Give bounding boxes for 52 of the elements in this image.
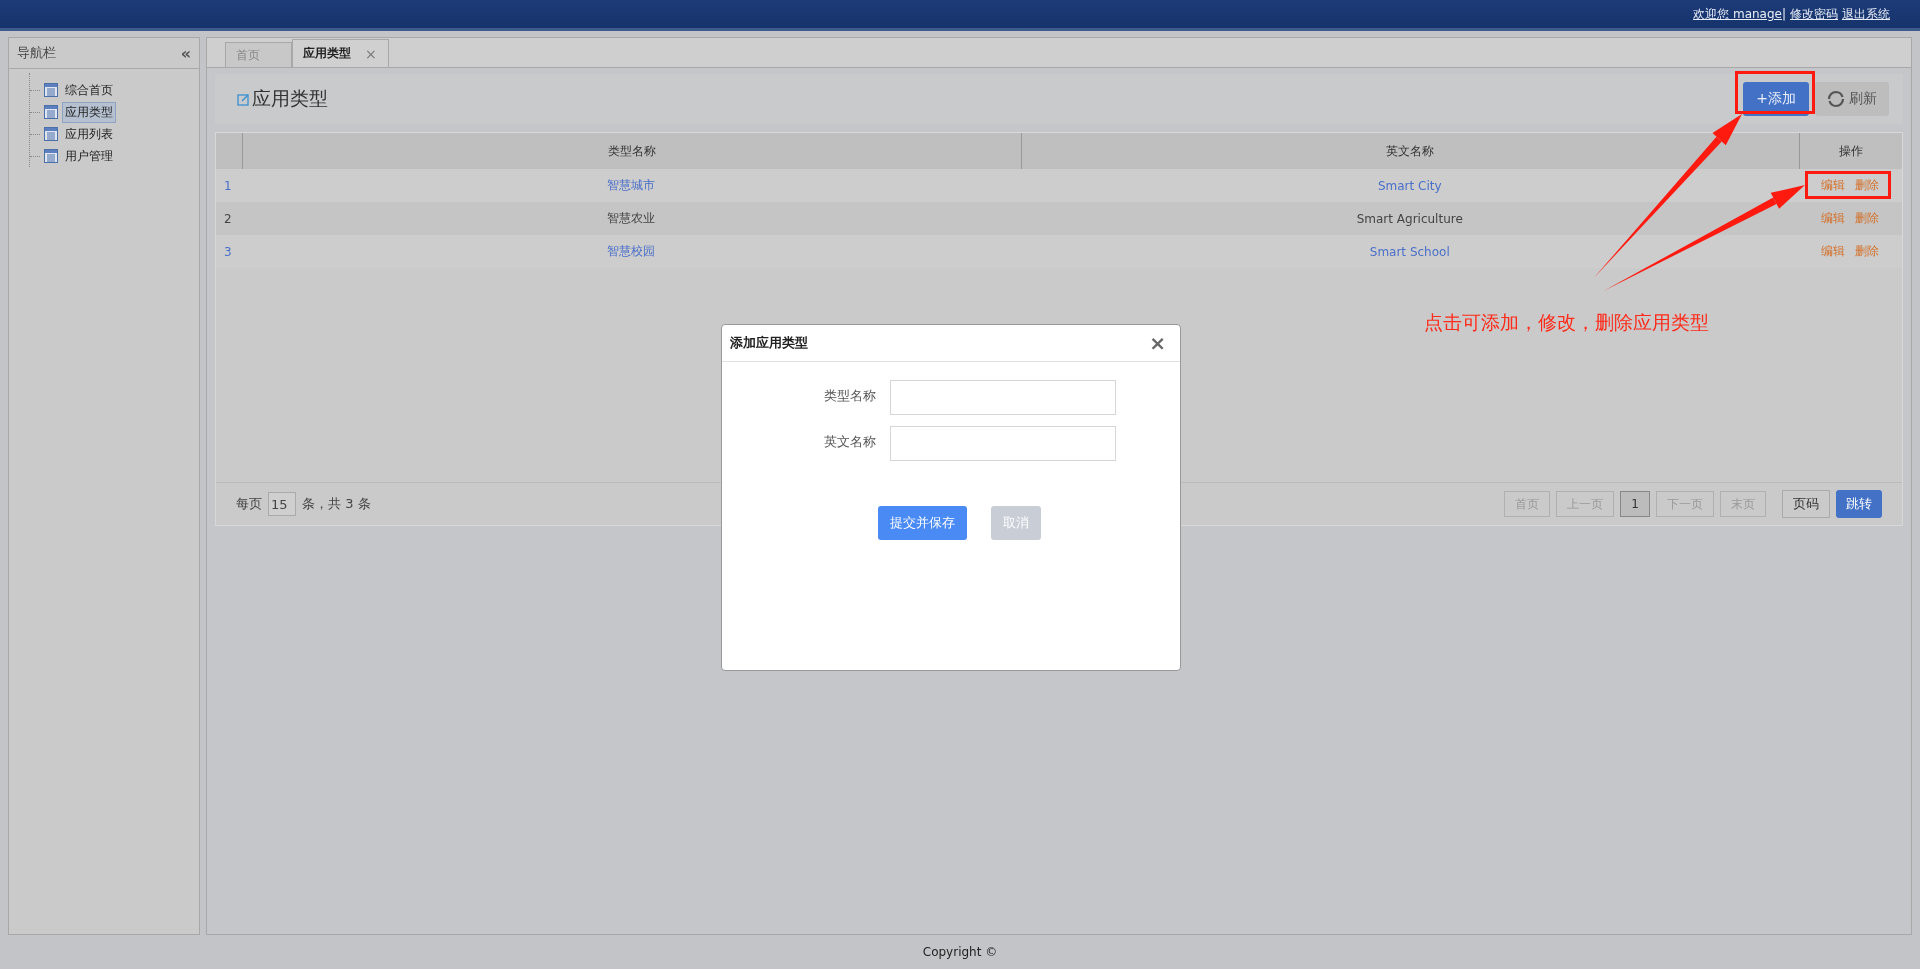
tab[interactable]: 应用类型 ×	[292, 39, 389, 67]
page-code-button[interactable]: 页码	[1782, 490, 1830, 518]
table-cell: 智慧校园	[242, 235, 1021, 268]
annotation-text: 点击可添加，修改，删除应用类型	[1424, 310, 1709, 335]
table-icon	[44, 127, 58, 141]
header-link[interactable]: 修改密码	[1790, 5, 1838, 23]
table-icon	[44, 83, 58, 97]
table-cell: 1	[216, 169, 243, 202]
input-field[interactable]	[890, 380, 1116, 415]
submit-button[interactable]: 提交并保存	[877, 506, 967, 540]
dialog-title: 添加应用类型	[730, 334, 808, 352]
pager-text: 每页	[236, 495, 262, 513]
sidebar-title: 导航栏	[17, 44, 56, 62]
delete-link[interactable]: 删除	[1855, 178, 1880, 192]
nav-item[interactable]: 应用列表	[62, 123, 116, 145]
tab[interactable]: 首页	[225, 42, 292, 67]
nav-item[interactable]: 应用类型	[62, 101, 116, 123]
page-title: 应用类型	[252, 86, 328, 111]
field-label: 类型名称	[823, 387, 876, 405]
table-cell: Smart School	[1021, 235, 1800, 268]
header-link[interactable]: 退出系统	[1842, 5, 1890, 23]
column-header: 操作	[1839, 143, 1863, 158]
column-header: 类型名称	[607, 143, 656, 158]
header-link[interactable]: 欢迎您 manage|	[1693, 5, 1786, 23]
add-button[interactable]: +添加	[1743, 82, 1809, 116]
jump-button[interactable]: 跳转	[1836, 490, 1882, 518]
nav-item[interactable]: 用户管理	[62, 145, 116, 167]
refresh-button[interactable]: 刷新	[1815, 82, 1889, 116]
table-cell: 智慧城市	[242, 169, 1021, 202]
copyright-text: Copyright ©	[922, 945, 998, 959]
table-cell: 智慧农业	[242, 202, 1021, 235]
table-icon	[44, 149, 58, 163]
edit-link[interactable]: 编辑	[1821, 244, 1846, 258]
table-icon	[44, 105, 58, 119]
table-cell: Smart Agriculture	[1021, 202, 1800, 235]
pager-text: 条，共 3 条	[302, 495, 371, 513]
collapse-icon[interactable]: «	[180, 43, 191, 63]
table-cell: 3	[216, 235, 243, 268]
page-button[interactable]: 1	[1620, 491, 1650, 517]
edit-link[interactable]: 编辑	[1821, 178, 1846, 192]
delete-link[interactable]: 删除	[1855, 244, 1880, 258]
input-field[interactable]	[890, 426, 1116, 461]
table-cell: 2	[216, 202, 243, 235]
table-cell: Smart City	[1021, 169, 1800, 202]
column-header: 英文名称	[1386, 143, 1435, 158]
nav-item[interactable]: 综合首页	[62, 79, 116, 101]
field-label: 英文名称	[823, 433, 876, 451]
close-icon[interactable]: ×	[1149, 331, 1166, 355]
edit-icon	[237, 92, 250, 106]
refresh-icon	[1827, 90, 1845, 108]
page-size-field[interactable]: 15	[268, 492, 296, 516]
close-icon[interactable]: ×	[365, 45, 377, 62]
